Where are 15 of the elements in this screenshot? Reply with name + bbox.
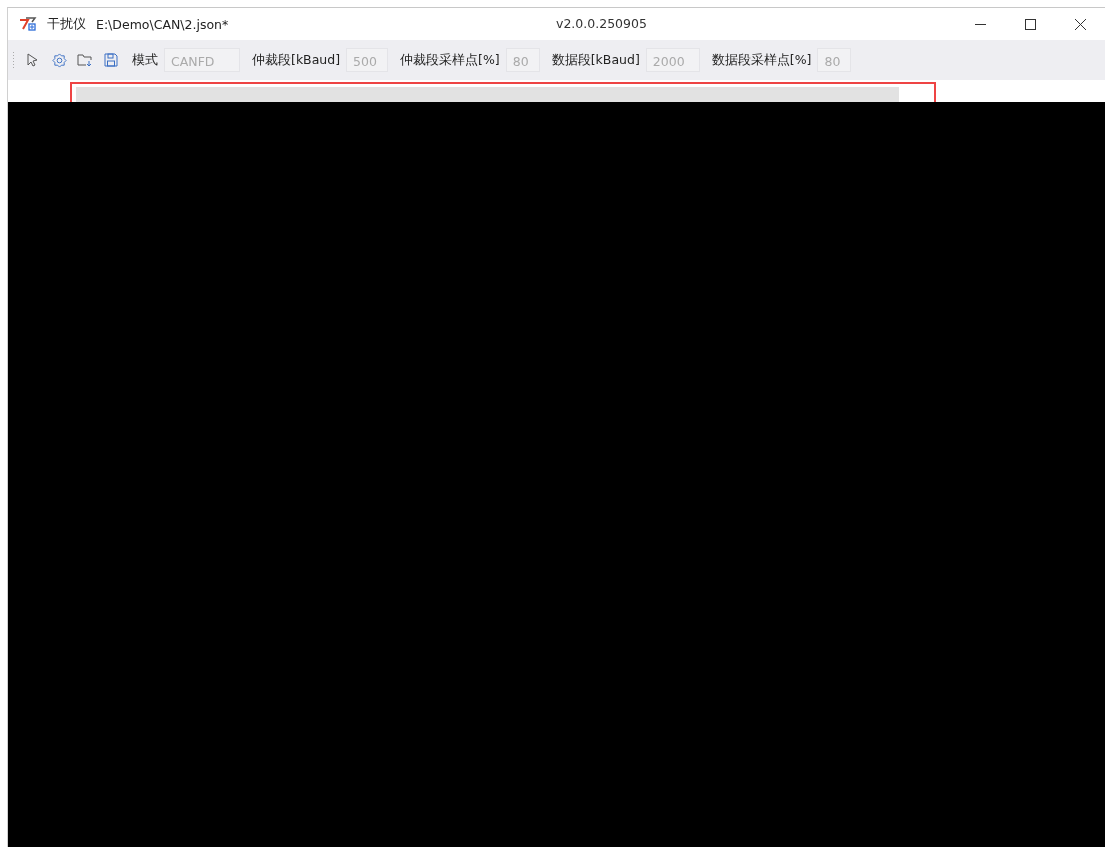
- field-label: 数据段采样点[%]: [711, 51, 812, 69]
- field-label: 仲裁段采样点[%]: [400, 51, 500, 69]
- settings-icon[interactable]: [50, 51, 68, 69]
- app-logo-icon: [19, 17, 37, 31]
- folder-icon[interactable]: [76, 51, 94, 69]
- field-label: 仲裁段[kBaud]: [252, 51, 341, 69]
- field-label: 模式: [132, 51, 158, 69]
- save-icon[interactable]: [102, 51, 120, 69]
- toolbar-grip[interactable]: [12, 51, 16, 69]
- version-label: v2.0.0.250905: [556, 16, 647, 31]
- file-path: E:\Demo\CAN\2.json*: [96, 16, 229, 32]
- app-name: 干扰仪: [47, 15, 86, 33]
- close-icon: [1074, 18, 1086, 30]
- field-label: 数据段[kBaud]: [551, 51, 640, 69]
- maximize-icon: [1024, 18, 1036, 30]
